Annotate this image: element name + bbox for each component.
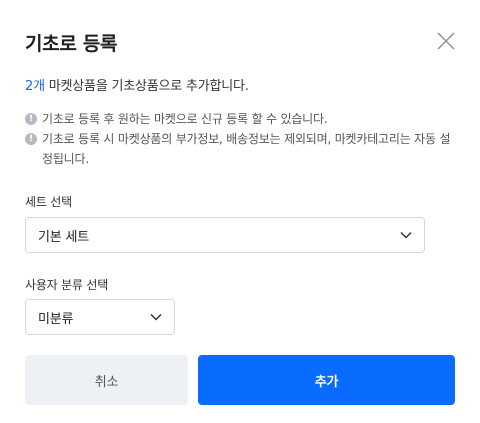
- notice-text: 기초로 등록 후 원하는 마켓으로 신규 등록 할 수 있습니다.: [42, 112, 328, 126]
- set-select-value: 기본 세트: [38, 229, 89, 245]
- close-icon: [436, 31, 456, 51]
- chevron-down-icon: [400, 231, 412, 239]
- add-button-label: 추가: [314, 374, 339, 390]
- category-select-label: 사용자 분류 선택: [25, 278, 109, 292]
- info-icon: !: [25, 113, 37, 125]
- cancel-button[interactable]: 취소: [25, 355, 188, 405]
- set-select[interactable]: 기본 세트: [25, 217, 425, 253]
- close-button[interactable]: [436, 31, 456, 51]
- category-select[interactable]: 미분류: [25, 299, 175, 335]
- set-select-label: 세트 선택: [25, 195, 72, 209]
- chevron-down-icon: [150, 313, 162, 321]
- summary-message: 마켓상품을 기초상품으로 추가합니다.: [44, 79, 249, 94]
- category-select-value: 미분류: [38, 311, 74, 327]
- summary-text: 2개 마켓상품을 기초상품으로 추가합니다.: [25, 75, 249, 94]
- notice-item: ! 기초로 등록 후 원하는 마켓으로 신규 등록 할 수 있습니다.: [25, 109, 455, 129]
- register-as-base-dialog: 기초로 등록 2개 마켓상품을 기초상품으로 추가합니다. ! 기초로 등록 후…: [0, 0, 480, 423]
- product-count: 2개: [25, 79, 45, 94]
- dialog-title: 기초로 등록: [25, 33, 118, 55]
- notice-item: ! 기초로 등록 시 마켓상품의 부가정보, 배송정보는 제외되며, 마켓카테고…: [25, 129, 455, 169]
- notice-list: ! 기초로 등록 후 원하는 마켓으로 신규 등록 할 수 있습니다. ! 기초…: [25, 109, 455, 169]
- notice-text: 기초로 등록 시 마켓상품의 부가정보, 배송정보는 제외되며, 마켓카테고리는…: [42, 132, 451, 166]
- add-button[interactable]: 추가: [198, 355, 455, 405]
- cancel-button-label: 취소: [94, 374, 119, 390]
- info-icon: !: [25, 133, 37, 145]
